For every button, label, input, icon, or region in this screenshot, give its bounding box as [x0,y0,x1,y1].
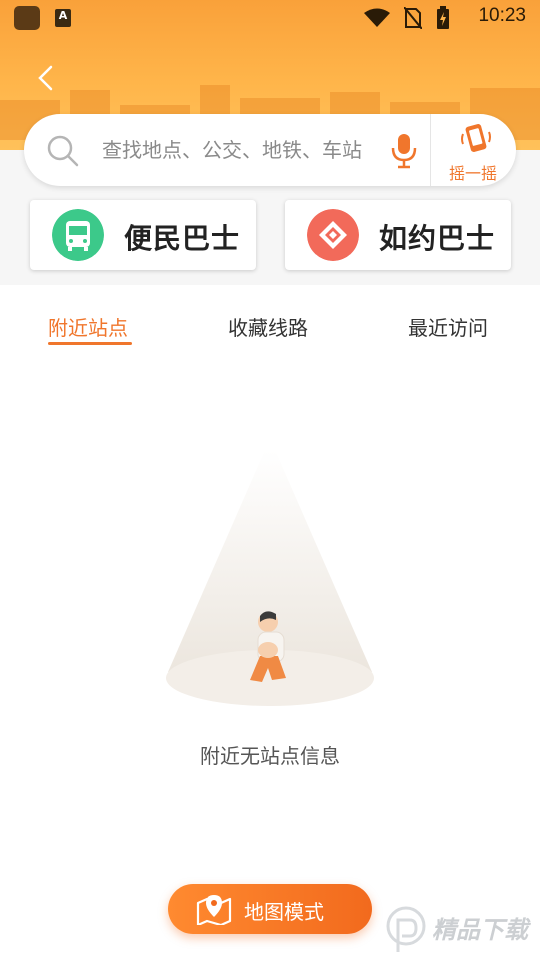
card-label: 如约巴士 [379,222,496,255]
active-tab-indicator [48,342,132,345]
on-demand-bus-card[interactable]: 如约巴士 [285,200,511,270]
shake-label: 摇一摇 [448,164,497,183]
watermark: 精品下载 [384,902,540,958]
microphone-icon[interactable] [390,132,418,170]
shake-phone-icon [461,124,491,152]
card-label: 便民巴士 [124,222,241,255]
no-sim-icon [404,7,422,29]
bus-icon [52,209,104,261]
map-mode-label: 地图模式 [244,900,324,924]
back-button[interactable] [30,60,60,96]
tab-nearby-stops[interactable]: 附近站点 [48,312,128,341]
watermark-logo-icon [386,906,426,952]
chevron-left-icon [38,65,53,91]
app-notification-icon [14,6,40,30]
empty-state-illustration [166,450,374,706]
shake-button[interactable]: 摇一摇 [432,116,514,184]
search-bar: 摇一摇 [24,114,516,186]
watermark-text: 精品下载 [432,916,528,944]
battery-charging-icon [437,6,449,29]
search-icon [47,135,79,167]
empty-state-message: 附近无站点信息 [200,744,340,768]
map-pin-icon [196,895,232,925]
diamond-logo-icon [307,209,359,261]
convenience-bus-card[interactable]: 便民巴士 [30,200,256,270]
tab-recent-visits[interactable]: 最近访问 [408,312,488,341]
tab-bar: 附近站点 收藏线路 最近访问 [0,286,540,350]
divider [430,114,431,186]
map-mode-button[interactable]: 地图模式 [168,884,372,934]
status-bar: A 10:23 [0,0,540,36]
search-input[interactable] [102,132,392,168]
app-badge-icon: A [55,9,71,27]
status-time: 10:23 [478,5,526,26]
wifi-icon [364,8,390,27]
tab-favorite-routes[interactable]: 收藏线路 [228,312,308,341]
